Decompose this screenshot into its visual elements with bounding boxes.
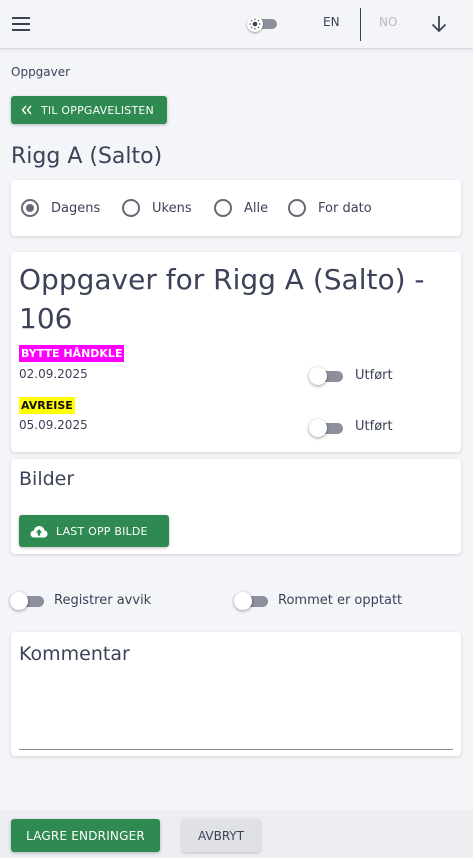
menu-icon[interactable] [12, 15, 32, 33]
task-date: 02.09.2025 [19, 367, 88, 381]
room-occupied-toggle[interactable] [234, 592, 270, 610]
task-done-toggle[interactable] [309, 367, 345, 385]
cloud-upload-icon [30, 525, 48, 537]
footer-action-bar: LAGRE ENDRINGER AVBRYT [0, 810, 473, 858]
images-title: Bilder [19, 468, 75, 490]
register-deviation-toggle[interactable] [10, 592, 46, 610]
radio-unchecked-icon [214, 199, 232, 217]
language-en-button[interactable]: EN [323, 15, 340, 29]
arrow-down-icon[interactable] [430, 14, 448, 34]
double-chevron-left-icon [21, 105, 32, 115]
radio-checked-icon [21, 199, 39, 217]
theme-toggle[interactable] [247, 16, 279, 32]
task-tag: AVREISE [19, 397, 75, 414]
upload-image-button[interactable]: LAST OPP BILDE [19, 515, 169, 547]
sun-icon [249, 18, 261, 30]
task-done-label: Utført [355, 368, 393, 383]
task-done-toggle[interactable] [309, 419, 345, 437]
filter-radio-ukens[interactable]: Ukens [122, 199, 192, 217]
radio-unchecked-icon [122, 199, 140, 217]
save-changes-label: LAGRE ENDRINGER [26, 828, 145, 843]
filter-card: Dagens Ukens Alle For dato [11, 180, 461, 236]
language-divider [360, 8, 361, 41]
filter-radio-for-dato[interactable]: For dato [288, 199, 372, 217]
cancel-label: AVBRYT [197, 828, 245, 843]
back-button-label: TIL OPPGAVELISTEN [41, 103, 154, 117]
save-changes-button[interactable]: LAGRE ENDRINGER [11, 819, 160, 852]
filter-radio-dagens[interactable]: Dagens [21, 199, 100, 217]
filter-label: Ukens [152, 200, 192, 216]
room-occupied-label: Rommet er opptatt [278, 593, 403, 608]
register-deviation-label: Registrer avvik [54, 593, 152, 608]
upload-image-label: LAST OPP BILDE [56, 524, 148, 538]
cancel-button[interactable]: AVBRYT [182, 819, 260, 852]
tasks-title: Oppgaver for Rigg A (Salto) - 106 [19, 263, 425, 335]
filter-label: Alle [244, 200, 269, 216]
filter-label: Dagens [51, 200, 101, 216]
task-done-label: Utført [355, 419, 393, 434]
tasks-card: Oppgaver for Rigg A (Salto) - 106 BYTTE … [11, 252, 461, 452]
page-title: Rigg A (Salto) [11, 144, 163, 169]
comment-field[interactable]: Kommentar [11, 632, 461, 756]
language-no-button[interactable]: NO [379, 15, 397, 29]
top-app-bar: EN NO [0, 0, 473, 49]
comment-underline [19, 749, 453, 750]
images-card: Bilder LAST OPP BILDE [11, 459, 461, 554]
back-to-task-list-button[interactable]: TIL OPPGAVELISTEN [11, 96, 167, 124]
task-tag: BYTTE HÅNDKLE [19, 345, 125, 362]
filter-label: For dato [318, 200, 372, 216]
filter-radio-alle[interactable]: Alle [214, 199, 268, 217]
breadcrumb: Oppgaver [11, 65, 71, 79]
task-date: 05.09.2025 [19, 418, 88, 432]
comment-label: Kommentar [19, 643, 130, 665]
radio-unchecked-icon [288, 199, 306, 217]
